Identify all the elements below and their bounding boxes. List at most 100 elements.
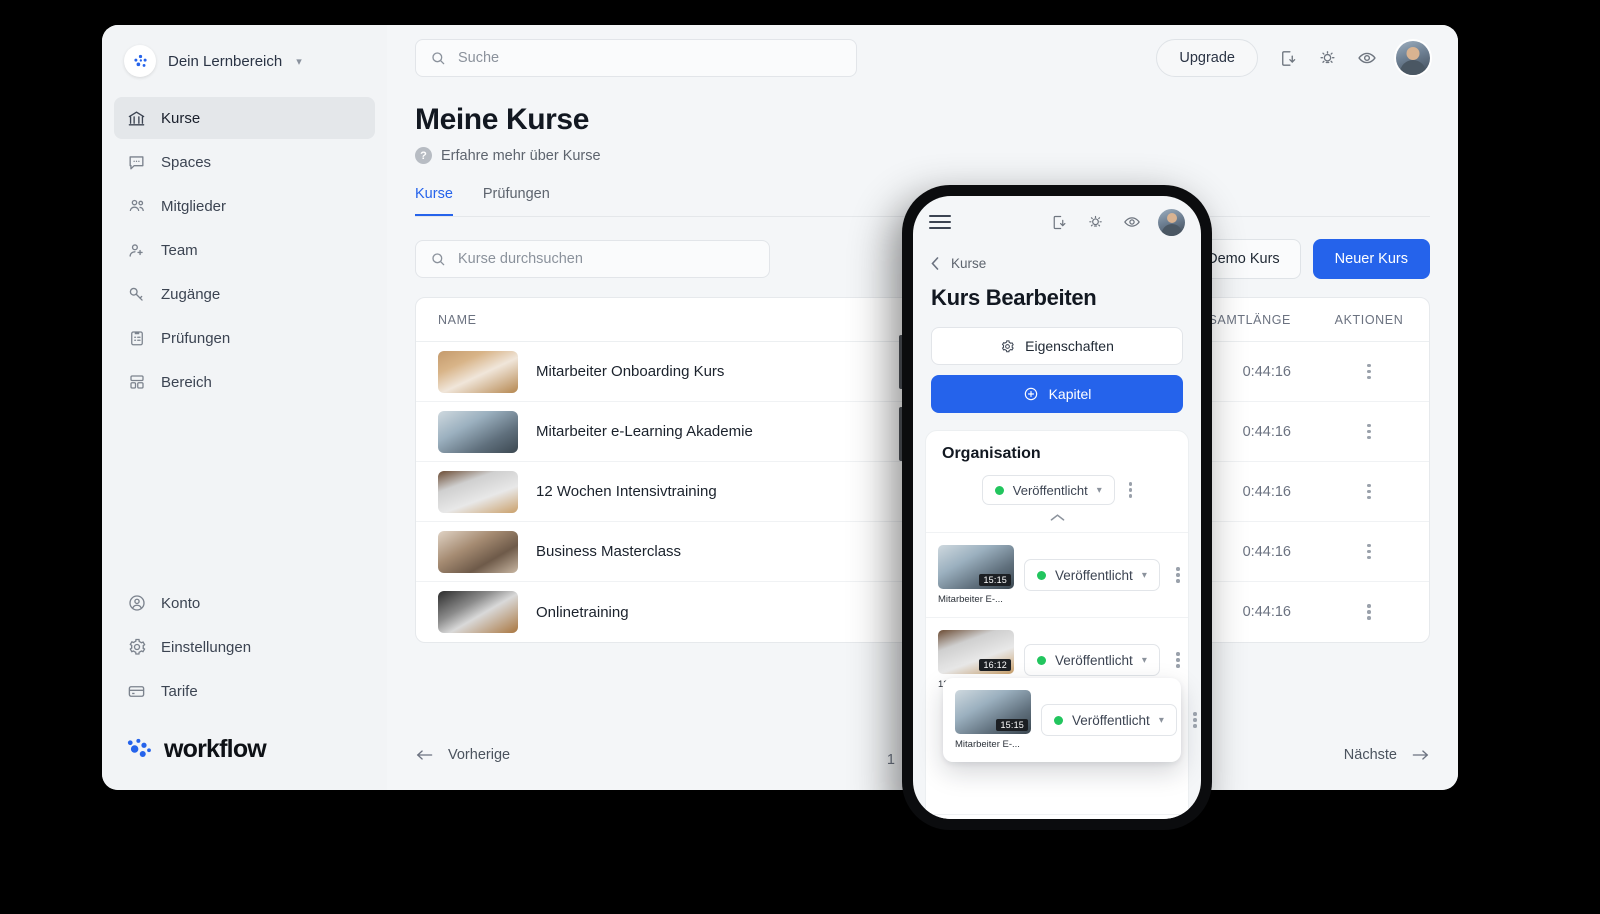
tab-kurse[interactable]: Kurse xyxy=(415,186,453,216)
card-icon xyxy=(126,681,147,702)
cell-name: Business Masterclass xyxy=(416,530,909,573)
lesson-menu-icon[interactable] xyxy=(1176,565,1180,586)
row-menu-icon[interactable] xyxy=(1367,361,1371,382)
chapter-collapse-toggle[interactable] xyxy=(926,505,1188,532)
course-name: Mitarbeiter Onboarding Kurs xyxy=(536,363,725,380)
cell-actions xyxy=(1309,481,1429,502)
sidebar-item-spaces[interactable]: Spaces xyxy=(114,141,375,183)
lesson-row[interactable]: 15:15 Mitarbeiter E-... Veröffentlicht ▾ xyxy=(943,678,1197,762)
course-search-input[interactable]: Kurse durchsuchen xyxy=(415,240,770,278)
sidebar-item-label: Konto xyxy=(161,594,201,612)
pagination-previous[interactable]: Vorherige xyxy=(415,747,510,763)
sidebar-item-einstellungen[interactable]: Einstellungen xyxy=(114,626,375,668)
app-window: Dein Lernbereich ▾ Kurse Spaces Mitglied… xyxy=(102,25,1458,790)
sidebar-item-label: Tarife xyxy=(161,682,198,700)
course-thumbnail xyxy=(438,591,518,633)
lesson-row[interactable]: 15:15 Mitarbeiter E-... Veröffentlicht ▾ xyxy=(926,532,1188,617)
sidebar-item-konto[interactable]: Konto xyxy=(114,582,375,624)
cell-actions xyxy=(1309,541,1429,562)
phone-page-title: Kurs Bearbeiten xyxy=(931,285,1097,310)
lesson-status-wrap: Veröffentlicht ▾ xyxy=(1024,644,1160,676)
device-download-icon[interactable] xyxy=(1047,211,1069,233)
sidebar-item-label: Team xyxy=(161,241,198,259)
workspace-switcher[interactable]: Dein Lernbereich ▾ xyxy=(102,25,387,93)
phone-top-actions xyxy=(1047,208,1185,236)
properties-button[interactable]: Eigenschaften xyxy=(931,327,1183,365)
upgrade-button[interactable]: Upgrade xyxy=(1156,39,1258,77)
cell-actions xyxy=(1309,421,1429,442)
clipboard-icon xyxy=(126,328,147,349)
lesson-thumbnail-wrap: 15:15 Mitarbeiter E-... xyxy=(955,690,1031,750)
chevron-down-icon: ▾ xyxy=(1158,714,1164,726)
cell-name: 12 Wochen Intensivtraining xyxy=(416,470,909,513)
chapter-status-dropdown[interactable]: Veröffentlicht ▾ xyxy=(981,475,1115,505)
sidebar-item-pruefungen[interactable]: Prüfungen xyxy=(114,317,375,359)
pagination-page-1[interactable]: 1 xyxy=(887,741,895,768)
phone-back-link[interactable]: Kurse xyxy=(913,248,1201,271)
lesson-duration-badge: 15:15 xyxy=(979,574,1011,586)
chapter-header-actions: Veröffentlicht ▾ xyxy=(926,463,1188,505)
lesson-status-dropdown[interactable]: Veröffentlicht ▾ xyxy=(1024,559,1160,591)
gear-icon xyxy=(126,637,147,658)
bank-icon xyxy=(126,108,147,129)
lesson-status-dropdown[interactable]: Veröffentlicht ▾ xyxy=(1041,704,1177,736)
lesson-thumbnail: 16:12 xyxy=(938,630,1014,674)
help-icon: ? xyxy=(415,147,432,164)
secondary-nav: Konto Einstellungen Tarife xyxy=(102,582,387,714)
sidebar-item-bereich[interactable]: Bereich xyxy=(114,361,375,403)
product-logo: workflow xyxy=(102,714,387,790)
chapter-menu-icon[interactable] xyxy=(1128,480,1133,501)
sidebar-item-team[interactable]: Team xyxy=(114,229,375,271)
pagination-next-label: Nächste xyxy=(1343,746,1397,763)
add-chapter-button-label: Kapitel xyxy=(1048,386,1092,402)
lightbulb-icon[interactable] xyxy=(1084,211,1106,233)
lesson-status-dropdown[interactable]: Veröffentlicht ▾ xyxy=(1024,644,1160,676)
global-search[interactable]: Suche xyxy=(415,39,857,77)
tab-pruefungen[interactable]: Prüfungen xyxy=(483,186,550,216)
phone-mockup: Kurse Kurs Bearbeiten Eigenschaften Kapi… xyxy=(899,185,1212,830)
eye-icon[interactable] xyxy=(1121,211,1143,233)
row-menu-icon[interactable] xyxy=(1367,602,1371,623)
eye-icon[interactable] xyxy=(1356,47,1378,69)
pagination-next[interactable]: Nächste xyxy=(1344,747,1430,763)
row-menu-icon[interactable] xyxy=(1367,541,1371,562)
sidebar-item-label: Zugänge xyxy=(161,285,221,303)
chevron-down-icon: ▾ xyxy=(1096,484,1102,496)
hamburger-menu-icon[interactable] xyxy=(929,215,951,229)
dragging-lesson-card[interactable]: 15:15 Mitarbeiter E-... Veröffentlicht ▾ xyxy=(943,678,1197,762)
lesson-status-label: Veröffentlicht xyxy=(1072,712,1150,728)
toolbar-actions: Demo Kurs Neuer Kurs xyxy=(1186,239,1430,279)
lesson-row[interactable]: 21:06 Video erstellen Veröffentlicht ▾ xyxy=(926,814,1188,819)
sidebar-item-tarife[interactable]: Tarife xyxy=(114,670,375,712)
course-name: Mitarbeiter e-Learning Akademie xyxy=(536,423,753,440)
gear-icon xyxy=(1001,339,1014,352)
device-download-icon[interactable] xyxy=(1276,47,1298,69)
search-icon xyxy=(432,253,445,266)
chevron-down-icon: ▾ xyxy=(1141,569,1147,581)
user-plus-icon xyxy=(126,240,147,261)
user-avatar[interactable] xyxy=(1396,41,1430,75)
sidebar-item-mitglieder[interactable]: Mitglieder xyxy=(114,185,375,227)
lesson-menu-icon[interactable] xyxy=(1176,650,1180,671)
lesson-actions xyxy=(1170,565,1186,586)
add-chapter-button[interactable]: Kapitel xyxy=(931,375,1183,413)
phone-user-avatar[interactable] xyxy=(1158,208,1185,236)
lesson-menu-icon[interactable] xyxy=(1193,710,1197,731)
course-name: 12 Wochen Intensivtraining xyxy=(536,483,717,500)
lesson-thumbnail: 15:15 xyxy=(955,690,1031,734)
workspace-name: Dein Lernbereich xyxy=(168,52,283,70)
phone-top-bar xyxy=(913,196,1201,248)
sidebar-item-label: Einstellungen xyxy=(161,638,252,656)
cell-actions xyxy=(1309,361,1429,382)
sidebar-item-kurse[interactable]: Kurse xyxy=(114,97,375,139)
arrow-left-icon xyxy=(416,749,433,760)
page-subtitle-row[interactable]: ? Erfahre mehr über Kurse xyxy=(415,147,1430,164)
new-course-button[interactable]: Neuer Kurs xyxy=(1312,239,1430,279)
cell-name: Onlinetraining xyxy=(416,591,909,633)
lightbulb-icon[interactable] xyxy=(1316,47,1338,69)
lesson-thumbnail: 15:15 xyxy=(938,545,1014,589)
row-menu-icon[interactable] xyxy=(1367,421,1371,442)
chat-icon xyxy=(126,152,147,173)
sidebar-item-zugaenge[interactable]: Zugänge xyxy=(114,273,375,315)
row-menu-icon[interactable] xyxy=(1367,481,1371,502)
